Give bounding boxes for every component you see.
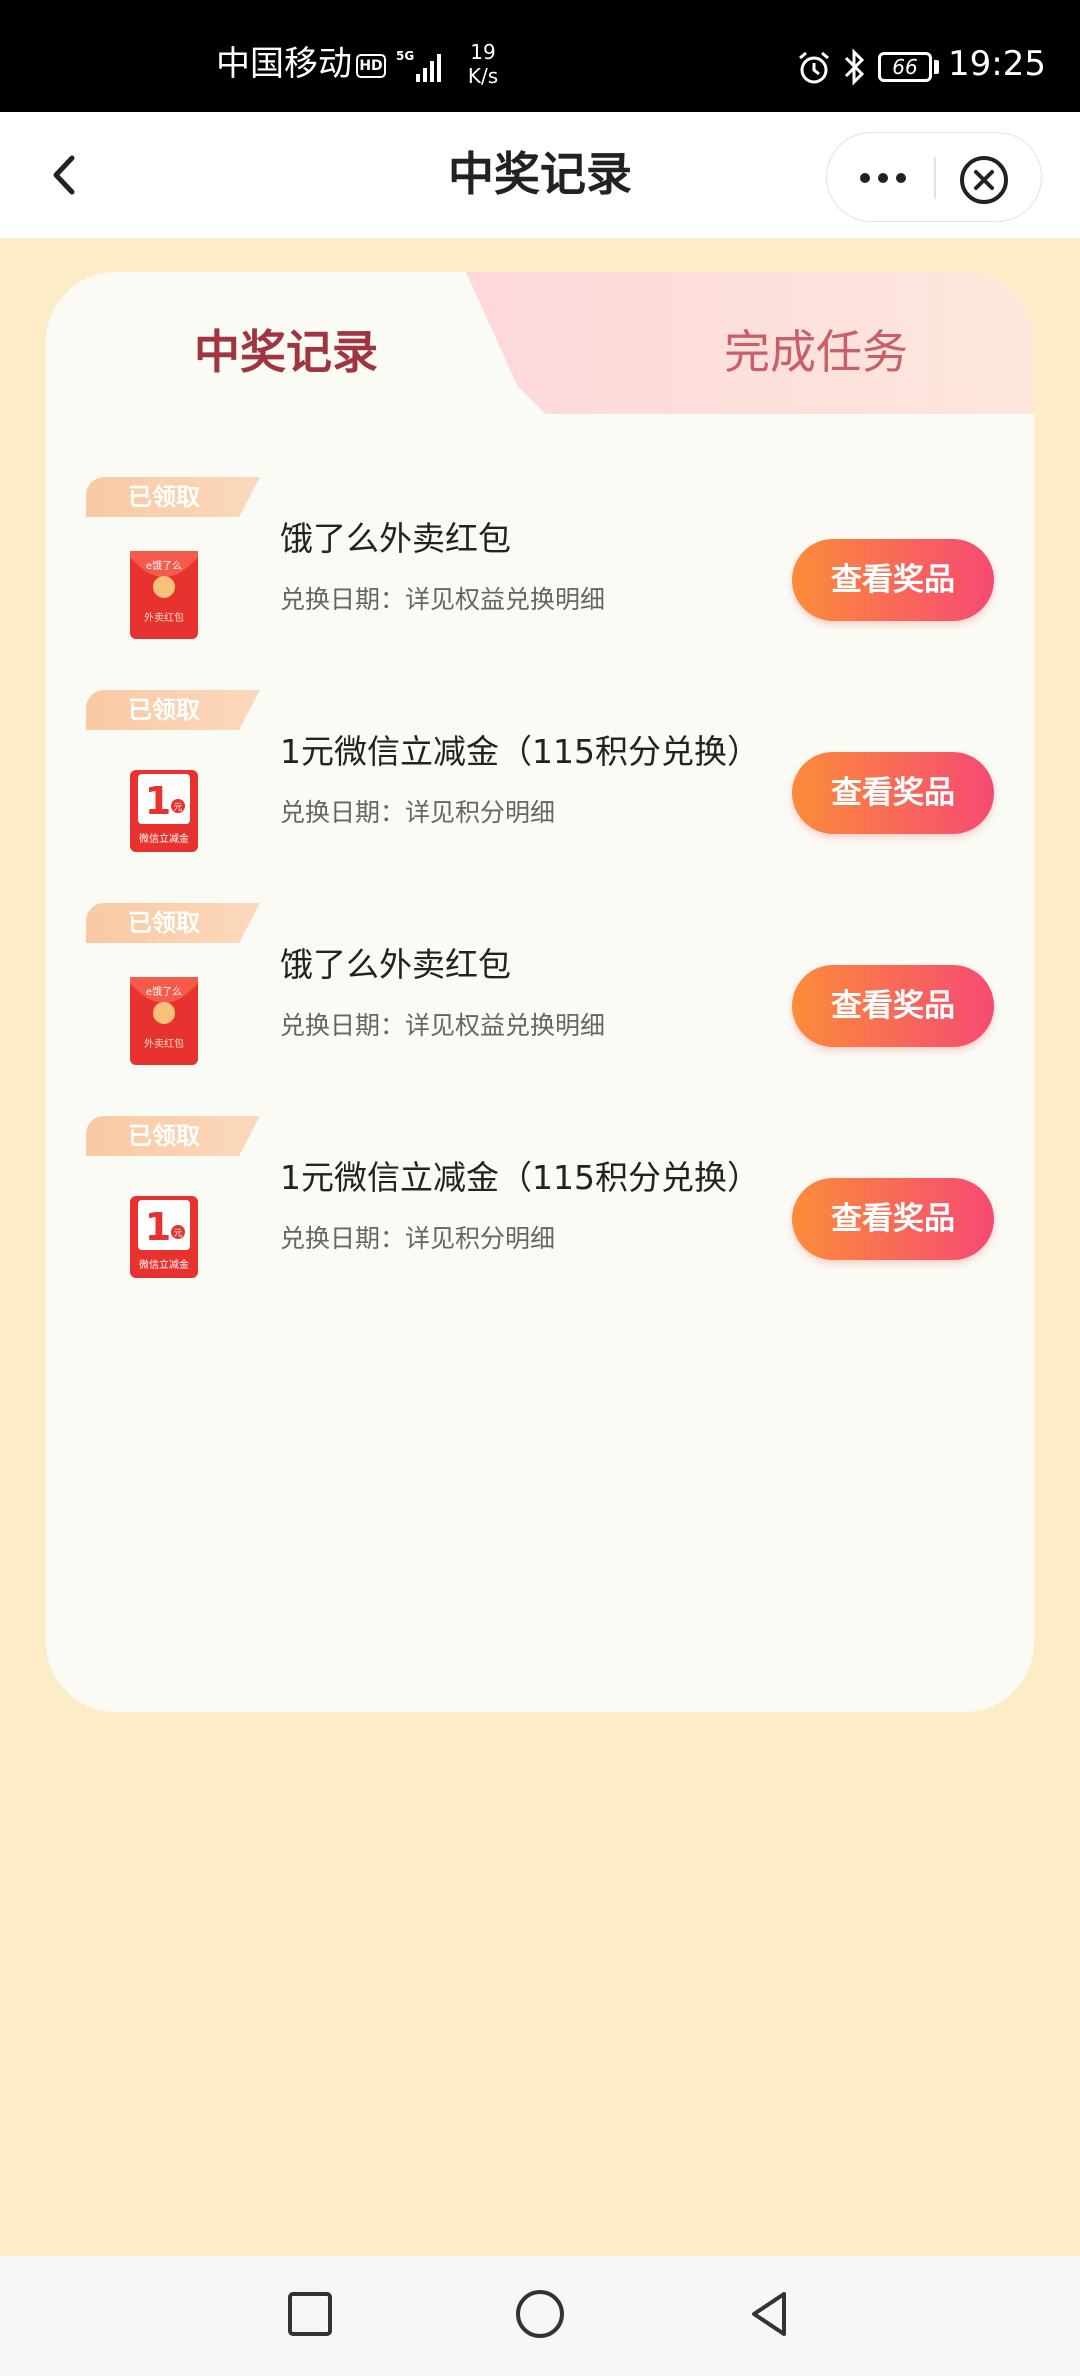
hd-icon: HD xyxy=(356,54,386,78)
svg-text:e饿了么: e饿了么 xyxy=(146,560,182,572)
svg-text:外卖红包: 外卖红包 xyxy=(144,1037,184,1050)
wechat-coupon-icon: 1 元 微信立减金 xyxy=(130,1196,198,1278)
svg-text:微信立减金: 微信立减金 xyxy=(139,832,189,845)
tab-complete-tasks[interactable]: 完成任务 xyxy=(576,322,1034,382)
list-item: 已领取 1 元 微信立减金 1元微信立减金（115积分兑换） 兑换日期：详见积分… xyxy=(46,690,1034,890)
eleme-red-packet-icon: e饿了么 外卖红包 xyxy=(130,977,198,1065)
list-item: 已领取 e饿了么 外卖红包 饿了么外卖红包 兑换日期：详见权益兑换明细 查看奖品 xyxy=(46,477,1034,677)
svg-text:元: 元 xyxy=(173,803,182,813)
svg-text:外卖红包: 外卖红包 xyxy=(144,611,184,624)
prize-title: 1元微信立减金（115积分兑换） xyxy=(280,1158,760,1197)
list-item: 已领取 1 元 微信立减金 1元微信立减金（115积分兑换） 兑换日期：详见积分… xyxy=(46,1116,1034,1316)
view-prize-button[interactable]: 查看奖品 xyxy=(792,539,994,621)
signal-icon: 5G xyxy=(396,49,441,82)
svg-text:1: 1 xyxy=(145,1205,171,1249)
svg-text:元: 元 xyxy=(173,1229,182,1239)
records-card: 中奖记录 完成任务 已领取 e饿了么 外卖红包 饿了么外卖红包 兑换日期：详见权… xyxy=(46,272,1034,1712)
prize-date: 兑换日期：详见积分明细 xyxy=(280,1224,556,1253)
svg-text:5G: 5G xyxy=(396,49,414,63)
nav-bar: 中奖记录 xyxy=(0,112,1080,238)
tab-prize-records[interactable]: 中奖记录 xyxy=(46,322,526,382)
tab-divider xyxy=(46,414,1034,474)
prize-title: 饿了么外卖红包 xyxy=(280,519,511,558)
view-prize-button[interactable]: 查看奖品 xyxy=(792,752,994,834)
more-icon[interactable] xyxy=(851,153,915,203)
svg-text:微信立减金: 微信立减金 xyxy=(139,1258,189,1271)
list-item: 已领取 e饿了么 外卖红包 饿了么外卖红包 兑换日期：详见权益兑换明细 查看奖品 xyxy=(46,903,1034,1103)
capsule-divider xyxy=(934,157,936,199)
status-bar: 中国移动 HD 5G 19 K/s 66 19:25 xyxy=(0,0,1080,112)
alarm-icon xyxy=(799,51,829,84)
svg-text:e饿了么: e饿了么 xyxy=(146,986,182,998)
claimed-badge: 已领取 xyxy=(86,477,260,517)
battery-icon: 66 xyxy=(878,52,932,82)
view-prize-button[interactable]: 查看奖品 xyxy=(792,965,994,1047)
recent-apps-icon[interactable] xyxy=(280,2284,340,2344)
eleme-red-packet-icon: e饿了么 外卖红包 xyxy=(130,551,198,639)
view-prize-button[interactable]: 查看奖品 xyxy=(792,1178,994,1260)
prize-title: 1元微信立减金（115积分兑换） xyxy=(280,732,760,771)
speed-value: 19 xyxy=(470,40,496,64)
close-icon[interactable] xyxy=(957,153,1011,207)
speed-unit: K/s xyxy=(467,64,499,88)
bluetooth-icon xyxy=(844,48,865,86)
claimed-badge: 已领取 xyxy=(86,1116,260,1156)
prize-title: 饿了么外卖红包 xyxy=(280,945,511,984)
system-nav-bar xyxy=(0,2256,1080,2376)
claimed-badge: 已领取 xyxy=(86,903,260,943)
battery-tip xyxy=(934,60,939,74)
wechat-coupon-icon: 1 元 微信立减金 xyxy=(130,770,198,852)
clock: 19:25 xyxy=(948,44,1046,84)
prize-date: 兑换日期：详见积分明细 xyxy=(280,798,556,827)
mini-program-capsule xyxy=(826,132,1042,222)
back-nav-icon[interactable] xyxy=(740,2284,800,2344)
home-icon[interactable] xyxy=(510,2284,570,2344)
network-speed: 19 K/s xyxy=(462,40,504,88)
prize-date: 兑换日期：详见权益兑换明细 xyxy=(280,585,606,614)
claimed-badge: 已领取 xyxy=(86,690,260,730)
prize-date: 兑换日期：详见权益兑换明细 xyxy=(280,1011,606,1040)
carrier-label: 中国移动 xyxy=(216,44,352,84)
svg-text:1: 1 xyxy=(145,779,171,823)
